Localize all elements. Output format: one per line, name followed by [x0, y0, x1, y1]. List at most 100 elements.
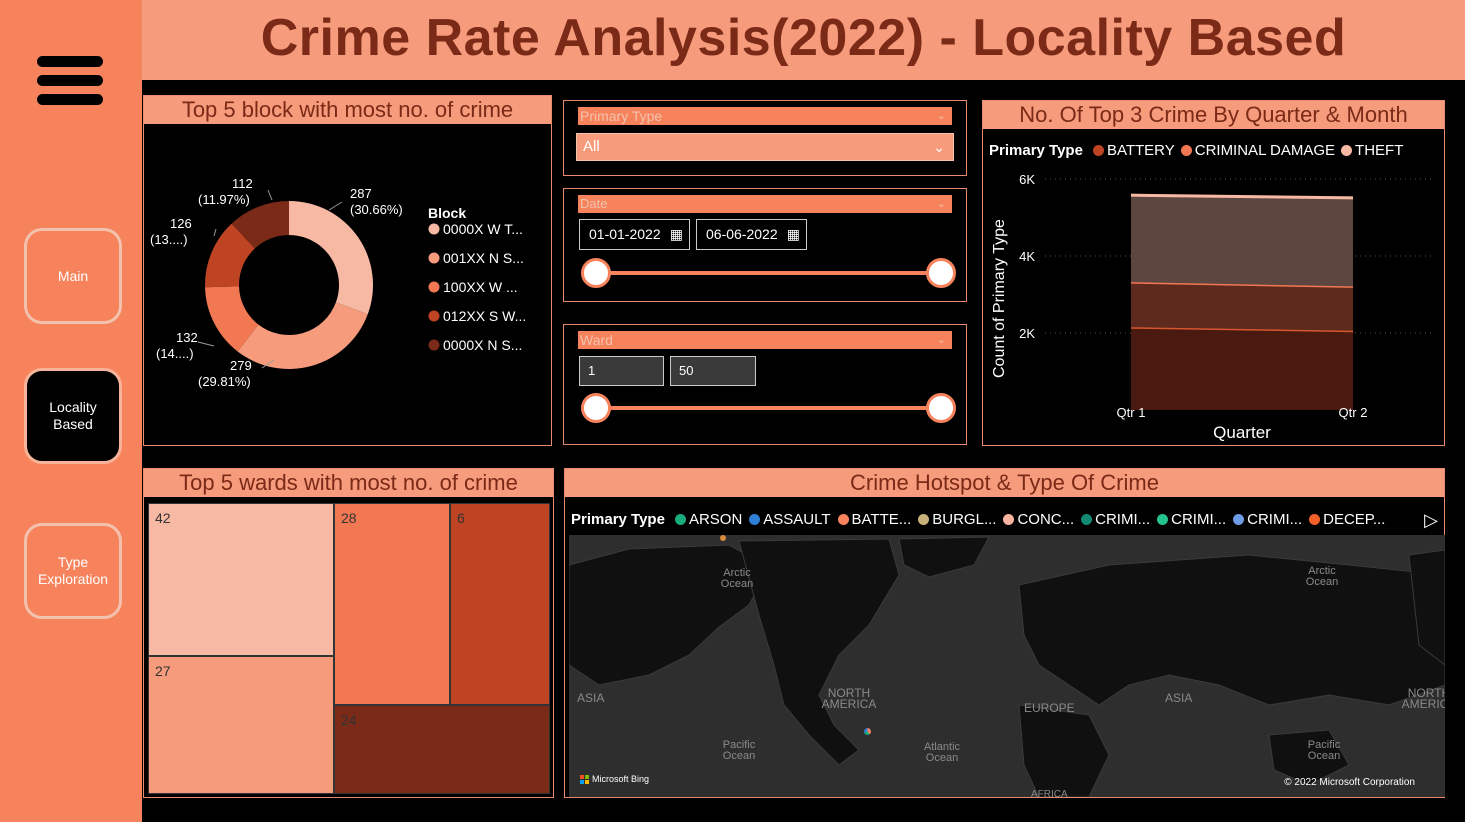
legend-marker — [1003, 514, 1015, 525]
slicer-header: Primary Type ⌄ — [578, 107, 952, 125]
treemap-panel[interactable]: Top 5 wards with most no. of crime 42 27 2… — [143, 468, 554, 798]
map-title: Crime Hotspot & Type Of Crime — [565, 469, 1444, 497]
slicer-title: Ward — [580, 332, 613, 348]
map-label-north-america: NORTH AMERICA — [1401, 686, 1445, 711]
legend-item: BATTE... — [851, 511, 912, 528]
end-date-input[interactable]: 06-06-2022 ▦ — [696, 219, 807, 250]
donut-leader-line — [267, 189, 273, 201]
donut-label-value: 287 — [350, 186, 372, 201]
legend-item: 001XX N S... — [443, 250, 524, 266]
legend-item: CRIMI... — [1247, 511, 1303, 528]
area-chart-panel[interactable]: No. Of Top 3 Crime By Quarter & Month Pr… — [982, 100, 1445, 446]
donut-slice[interactable] — [289, 201, 373, 315]
legend-item: CONC... — [1017, 511, 1075, 528]
legend-marker — [1180, 145, 1192, 156]
slicer-title: Date — [580, 196, 608, 211]
microsoft-logo-icon — [580, 774, 589, 784]
ward-slicer: Ward ⌄ 1 50 — [563, 324, 967, 445]
legend-item: DECEP... — [1323, 511, 1386, 528]
calendar-icon[interactable]: ▦ — [787, 220, 800, 249]
donut-leader-line — [328, 201, 343, 211]
legend-item: BURGL... — [932, 511, 997, 528]
legend-marker — [674, 514, 686, 525]
treemap-cell[interactable]: 42 — [148, 503, 334, 656]
treemap-cell-label: 24 — [341, 712, 357, 728]
bing-logo: Microsoft Bing — [580, 774, 649, 784]
primary-type-dropdown[interactable]: All ⌄ — [576, 133, 954, 161]
y-axis-label: Count of Primary Type — [991, 219, 1008, 378]
legend-marker — [1309, 514, 1321, 525]
date-slider-end-handle[interactable] — [926, 258, 956, 288]
area-series-fill[interactable] — [1131, 195, 1353, 287]
donut-label-pct: (11.97%) — [198, 192, 250, 207]
treemap-cell[interactable]: 27 — [148, 656, 334, 794]
map-copyright: © 2022 Microsoft Corporation — [1284, 777, 1415, 788]
donut-label-value: 279 — [230, 358, 252, 373]
donut-slice[interactable] — [237, 302, 368, 369]
area-series-fill[interactable] — [1131, 327, 1353, 410]
nav-button-label: Locality Based — [49, 399, 97, 432]
nav-button-type-exploration[interactable]: Type Exploration — [24, 523, 122, 619]
ward-min-value: 1 — [588, 363, 596, 378]
hamburger-menu-icon[interactable] — [37, 56, 103, 106]
map-point[interactable] — [720, 535, 726, 541]
legend-marker — [837, 514, 849, 525]
legend-marker — [1081, 514, 1093, 525]
ward-min-input[interactable]: 1 — [579, 356, 664, 386]
legend-marker — [428, 281, 440, 293]
map-label-arctic-ocean: Arctic Ocean — [1305, 565, 1339, 588]
area-series-fill[interactable] — [1131, 282, 1353, 331]
start-date-value: 01-01-2022 — [589, 226, 661, 242]
treemap-cell-label: 27 — [155, 663, 171, 679]
bing-text: Microsoft Bing — [592, 774, 650, 784]
nav-button-main[interactable]: Main — [24, 228, 122, 324]
map-label-pacific-ocean: Pacific Ocean — [722, 739, 756, 762]
legend-marker — [428, 310, 440, 322]
map-panel[interactable]: Crime Hotspot & Type Of Crime Primary Ty… — [564, 468, 1445, 798]
world-map[interactable]: Arctic Ocean Arctic Ocean ASIA NORTH AME… — [569, 535, 1445, 797]
nav-button-locality-based[interactable]: Locality Based — [24, 368, 122, 464]
y-tick-label: 6K — [1019, 172, 1035, 187]
legend-marker — [1341, 145, 1353, 156]
legend-marker — [428, 252, 440, 264]
ward-slider-track[interactable] — [596, 406, 941, 410]
start-date-input[interactable]: 01-01-2022 ▦ — [579, 219, 690, 250]
donut-label-pct: (29.81%) — [198, 374, 251, 389]
treemap-title: Top 5 wards with most no. of crime — [144, 469, 553, 497]
treemap[interactable]: 42 27 28 24 6 — [148, 503, 550, 794]
dropdown-value: All — [583, 138, 600, 155]
area-chart[interactable]: 6K 4K 2K Count of Primary Type Quarter Qtr… — [983, 156, 1444, 446]
legend-marker — [1157, 514, 1169, 525]
calendar-icon[interactable]: ▦ — [670, 220, 683, 249]
legend-next-arrow-icon[interactable]: ▷ — [1424, 510, 1438, 531]
map-point-pie[interactable] — [864, 728, 871, 735]
donut-label-value: 112 — [232, 176, 253, 191]
x-axis-label: Quarter — [1213, 423, 1271, 442]
nav-button-label: Main — [57, 267, 89, 284]
legend-marker — [749, 514, 761, 525]
chevron-down-icon: ⌄ — [936, 110, 946, 122]
legend-item: 0000X W T... — [443, 221, 523, 237]
legend-item: CRIMI... — [1095, 511, 1151, 528]
legend-item: 100XX W ... — [443, 279, 518, 295]
donut-label-pct: (13....) — [150, 232, 188, 247]
ward-slider-start-handle[interactable] — [581, 393, 611, 423]
treemap-cell[interactable]: 6 — [450, 503, 550, 705]
donut-chart[interactable]: 287 (30.66%) 279 (29.81%) 132 (14....) 1… — [144, 124, 551, 446]
date-slider-track[interactable] — [596, 271, 941, 275]
x-tick-label: Qtr 2 — [1339, 405, 1368, 420]
slicer-title: Primary Type — [580, 108, 663, 124]
date-slider-start-handle[interactable] — [581, 258, 611, 288]
legend-item: ARSON — [688, 511, 743, 528]
map-label-pacific-ocean: Pacific Ocean — [1307, 739, 1341, 762]
donut-chart-title: Top 5 block with most no. of crime — [144, 96, 551, 124]
map-label-asia: ASIA — [1165, 691, 1193, 705]
donut-chart-panel[interactable]: Top 5 block with most no. of crime 287 (… — [143, 95, 552, 446]
legend-item: CRIMI... — [1171, 511, 1227, 528]
legend-title: Primary Type — [571, 511, 665, 528]
legend-marker — [428, 223, 440, 235]
treemap-cell[interactable]: 24 — [334, 705, 550, 794]
treemap-cell[interactable]: 28 — [334, 503, 450, 705]
ward-slider-end-handle[interactable] — [926, 393, 956, 423]
ward-max-input[interactable]: 50 — [670, 356, 756, 386]
